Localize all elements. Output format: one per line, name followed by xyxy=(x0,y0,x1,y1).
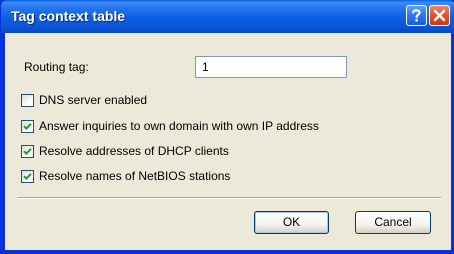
checkmark-icon xyxy=(23,173,32,181)
checkbox[interactable] xyxy=(21,94,34,107)
checkbox[interactable] xyxy=(21,120,34,133)
dialog-body: Routing tag: DNS server enabled Answer i… xyxy=(5,33,451,250)
checkmark-icon xyxy=(23,123,32,131)
separator xyxy=(17,197,441,199)
help-button[interactable] xyxy=(406,5,427,26)
title-bar[interactable]: Tag context table xyxy=(1,0,454,33)
checkbox-label: Answer inquiries to own domain with own … xyxy=(39,119,319,133)
window-title: Tag context table xyxy=(11,8,126,24)
checkbox-label: Resolve names of NetBIOS stations xyxy=(39,169,231,183)
checkbox[interactable] xyxy=(21,170,34,183)
checkbox-label: Resolve addresses of DHCP clients xyxy=(39,144,229,158)
help-question-icon xyxy=(412,9,421,22)
checkbox[interactable] xyxy=(21,145,34,158)
close-button[interactable] xyxy=(429,5,450,26)
routing-tag-label: Routing tag: xyxy=(24,60,89,74)
routing-tag-input[interactable] xyxy=(195,56,347,78)
cancel-button[interactable]: Cancel xyxy=(355,211,431,234)
dialog-window: Tag context table Routing tag: DNS serve… xyxy=(0,0,454,254)
ok-button[interactable]: OK xyxy=(254,211,329,234)
checkmark-icon xyxy=(23,148,32,156)
close-x-icon xyxy=(433,9,446,22)
checkbox-label: DNS server enabled xyxy=(39,93,148,107)
